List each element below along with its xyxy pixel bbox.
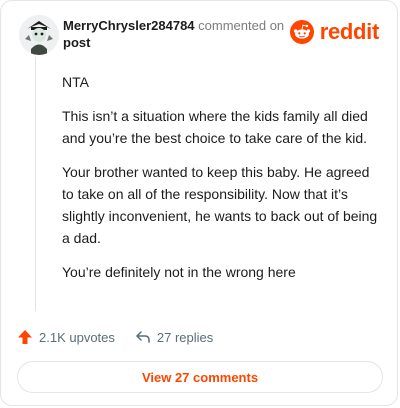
comment-paragraph: Your brother wanted to keep this baby. H…: [62, 164, 378, 246]
avatar-image: [19, 15, 59, 55]
comment-card: MerryChrysler284784 commented on post re…: [0, 0, 398, 406]
view-comments-button[interactable]: View 27 comments: [17, 361, 383, 393]
avatar[interactable]: [19, 15, 59, 55]
comment-body: NTA This isn’t a situation where the kid…: [62, 71, 382, 295]
reddit-snoo-icon: [289, 20, 314, 44]
reply-button[interactable]: 27 replies: [135, 329, 213, 345]
comment-paragraph: You’re definitely not in the wrong here: [62, 264, 296, 280]
reddit-logo[interactable]: reddit: [289, 19, 380, 45]
username[interactable]: MerryChrysler284784: [63, 18, 195, 33]
comment-paragraph: NTA: [62, 74, 89, 90]
post-link[interactable]: post: [63, 34, 284, 51]
reply-count: 27 replies: [156, 329, 214, 345]
reddit-wordmark: reddit: [319, 19, 380, 44]
comment-meta: MerryChrysler284784 commented on post: [63, 17, 284, 51]
comment-header: MerryChrysler284784 commented on post re…: [15, 13, 383, 57]
upvote-arrow-icon: [18, 330, 32, 344]
upvote-count: 2.1K upvotes: [39, 329, 115, 345]
comment-paragraph: This isn’t a situation where the kids fa…: [62, 108, 368, 146]
thread-line[interactable]: [35, 57, 36, 311]
comment-actions: 2.1K upvotes 27 replies: [17, 325, 233, 349]
commented-on-text: commented on: [198, 18, 285, 33]
reply-arrow-icon: [136, 331, 150, 343]
upvote-button[interactable]: 2.1K upvotes: [17, 329, 115, 345]
